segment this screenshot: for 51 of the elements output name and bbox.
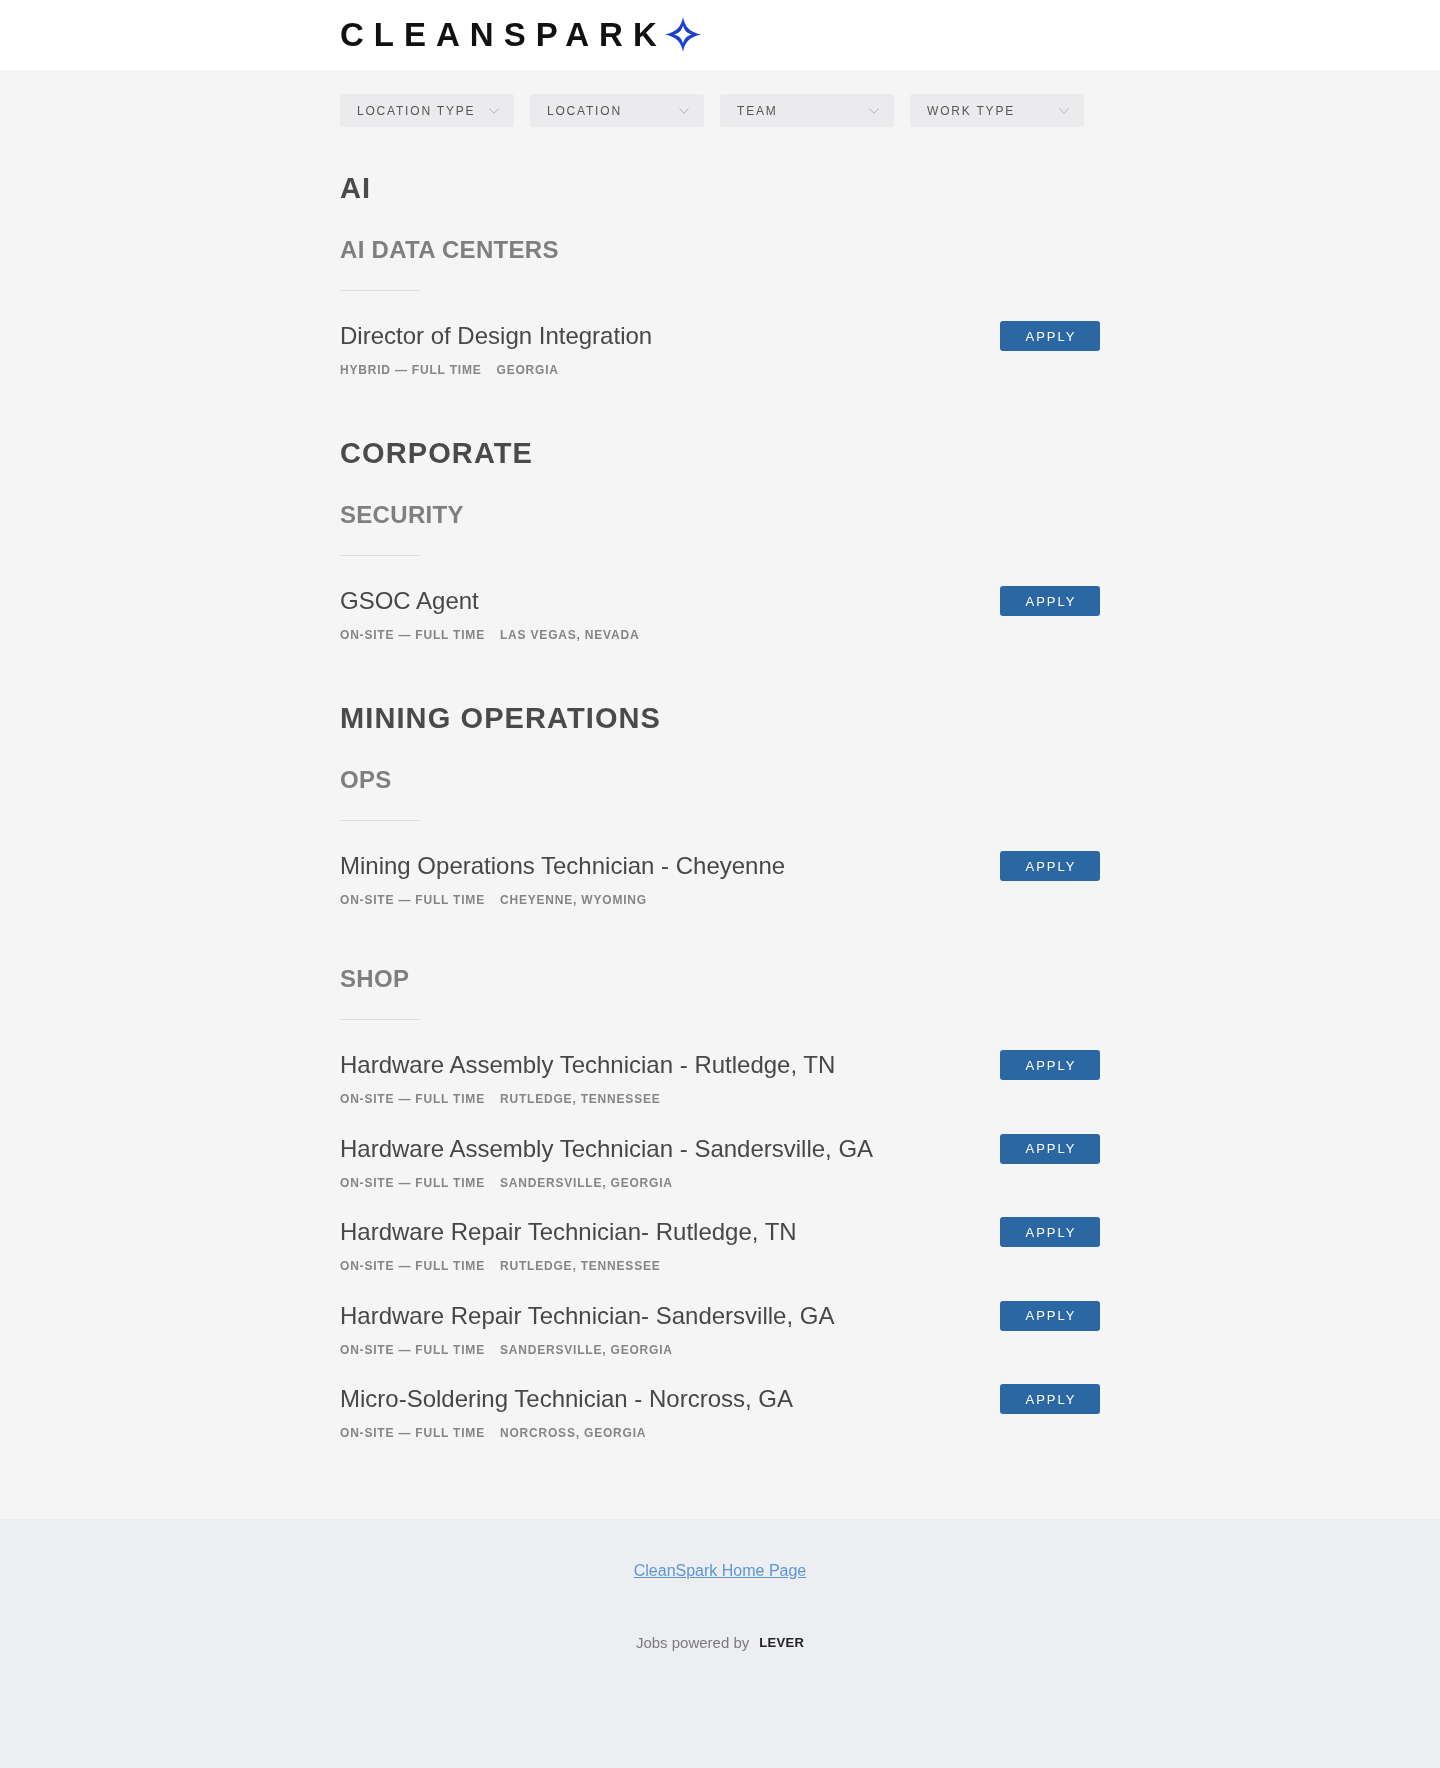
job-title-link[interactable]: Director of Design Integration bbox=[340, 322, 653, 350]
chevron-down-icon bbox=[489, 107, 499, 114]
filter-dropdown[interactable]: LOCATION bbox=[530, 94, 704, 127]
apply-button[interactable]: APPLY bbox=[1000, 1384, 1100, 1414]
job-title-link[interactable]: GSOC Agent bbox=[340, 587, 479, 615]
team-heading: SHOP bbox=[340, 965, 410, 993]
job-location-label: RUTLEDGE, TENNESSEE bbox=[500, 1092, 661, 1106]
apply-button[interactable]: APPLY bbox=[1000, 1133, 1100, 1164]
sparkle-icon bbox=[664, 16, 701, 52]
job-commitment-label: HYBRID — FULL TIME bbox=[340, 363, 482, 377]
filter-dropdown[interactable]: WORK TYPE bbox=[910, 94, 1084, 127]
job-commitment-label: ON-SITE — FULL TIME bbox=[340, 1175, 485, 1190]
job-location-label: SANDERSVILLE, GEORGIA bbox=[500, 1175, 673, 1190]
job-commitment-label: ON-SITE — FULL TIME bbox=[340, 1092, 485, 1106]
chevron-down-icon bbox=[679, 107, 689, 114]
logo-text[interactable]: CLEANSPARK bbox=[340, 17, 667, 53]
lever-logo-text[interactable]: LEVER bbox=[759, 1633, 805, 1653]
job-title-link[interactable]: Hardware Repair Technician- Rutledge, TN bbox=[340, 1218, 797, 1246]
job-title-link[interactable]: Micro-Soldering Technician - Norcross, GA bbox=[340, 1385, 794, 1413]
department-heading: AI bbox=[340, 171, 372, 205]
job-title-link[interactable]: Hardware Assembly Technician - Rutledge, TN bbox=[340, 1051, 836, 1079]
apply-button[interactable]: APPLY bbox=[1000, 1217, 1100, 1247]
job-title-link[interactable]: Mining Operations Technician - Cheyenne bbox=[340, 852, 786, 880]
team-heading: SECURITY bbox=[340, 501, 464, 529]
apply-button[interactable]: APPLY bbox=[1000, 321, 1100, 351]
job-commitment-label: ON-SITE — FULL TIME bbox=[340, 1259, 485, 1273]
job-location-label: CHEYENNE, WYOMING bbox=[500, 893, 647, 907]
apply-button[interactable]: APPLY bbox=[1000, 851, 1100, 881]
chevron-down-icon bbox=[1059, 107, 1069, 114]
job-location-label: SANDERSVILLE, GEORGIA bbox=[500, 1342, 673, 1357]
job-commitment-label: ON-SITE — FULL TIME bbox=[340, 1342, 485, 1357]
job-title-link[interactable]: Hardware Assembly Technician - Sandersville, GA bbox=[340, 1134, 874, 1163]
filter-dropdown[interactable]: TEAM bbox=[720, 94, 894, 127]
powered-by-text: Jobs powered by bbox=[635, 1633, 750, 1653]
job-location-label: RUTLEDGE, TENNESSEE bbox=[500, 1259, 661, 1273]
department-heading: MINING OPERATIONS bbox=[340, 701, 662, 735]
apply-button[interactable]: APPLY bbox=[1000, 586, 1100, 616]
job-commitment-label: ON-SITE — FULL TIME bbox=[340, 628, 485, 642]
job-title-link[interactable]: Hardware Repair Technician- Sandersville, GA bbox=[340, 1301, 835, 1330]
chevron-down-icon bbox=[869, 107, 879, 114]
team-heading: OPS bbox=[340, 766, 392, 794]
apply-button[interactable]: APPLY bbox=[1000, 1300, 1100, 1331]
filter-dropdown[interactable]: LOCATION TYPE bbox=[340, 94, 514, 127]
job-commitment-label: ON-SITE — FULL TIME bbox=[340, 893, 485, 907]
apply-button[interactable]: APPLY bbox=[1000, 1050, 1100, 1080]
job-location-label: LAS VEGAS, NEVADA bbox=[500, 628, 640, 642]
team-heading: AI DATA CENTERS bbox=[340, 236, 559, 264]
job-location-label: NORCROSS, GEORGIA bbox=[500, 1426, 647, 1440]
department-heading: CORPORATE bbox=[340, 436, 534, 470]
job-location-label: GEORGIA bbox=[496, 363, 559, 377]
job-commitment-label: ON-SITE — FULL TIME bbox=[340, 1426, 485, 1440]
